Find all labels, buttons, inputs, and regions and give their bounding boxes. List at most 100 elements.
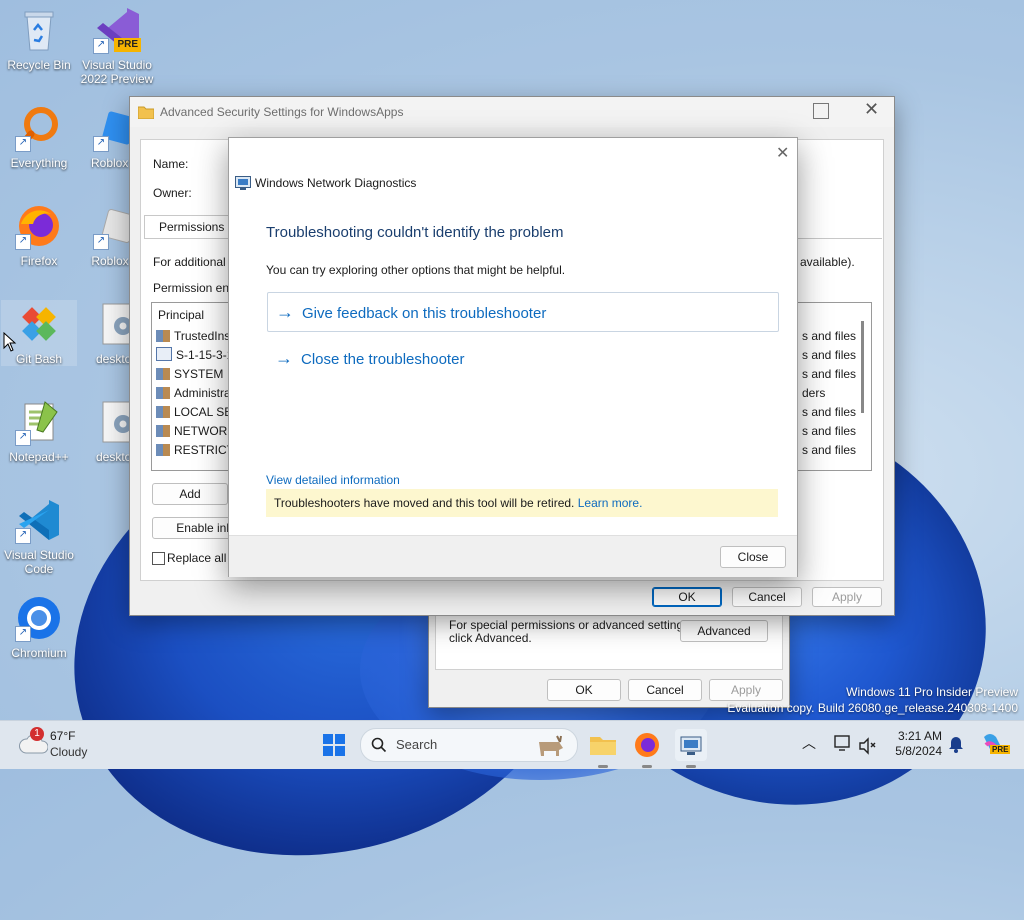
desktop-icon-label: Recycle Bin <box>7 58 71 72</box>
folder-icon <box>138 106 154 119</box>
clock-time: 3:21 AM <box>897 729 942 743</box>
table-row[interactable]: SYSTEM <box>156 365 223 384</box>
cancel-button[interactable]: Cancel <box>732 587 802 607</box>
desktop-icon-label: Git Bash <box>15 352 63 366</box>
search-icon <box>371 737 387 753</box>
chevron-up-icon[interactable]: ︿ <box>802 733 816 753</box>
shortcut-arrow-icon: ↗ <box>93 38 109 54</box>
desktop-icon-recycle-bin[interactable]: Recycle Bin <box>1 6 77 72</box>
firefox-icon <box>635 733 659 757</box>
shortcut-arrow-icon: ↗ <box>93 136 109 152</box>
file-explorer-button[interactable] <box>587 729 619 761</box>
desktop-icon-label: Notepad++ <box>9 450 69 464</box>
volume-muted-icon[interactable] <box>858 737 876 755</box>
permission-entries-label: Permission ent <box>153 281 233 295</box>
arrow-right-icon: → <box>276 302 294 322</box>
close-troubleshooter-label: Close the troubleshooter <box>301 351 465 368</box>
view-detailed-information-link[interactable]: View detailed information <box>266 473 400 487</box>
diagnostics-heading: Troubleshooting couldn't identify the pr… <box>266 224 564 241</box>
maximize-button[interactable] <box>813 103 829 119</box>
access-cell: ders <box>802 386 826 400</box>
replace-all-checkbox[interactable] <box>152 552 165 565</box>
shortcut-arrow-icon: ↗ <box>93 234 109 250</box>
git-bash-icon <box>15 300 63 348</box>
add-button[interactable]: Add <box>152 483 228 505</box>
windows-logo-icon <box>323 734 345 756</box>
copilot-button[interactable]: PRE <box>980 731 1011 757</box>
retirement-notice: Troubleshooters have moved and this tool… <box>266 489 778 517</box>
notification-bell-icon[interactable] <box>948 735 964 753</box>
desktop-icon-notepadpp[interactable]: ↗ Notepad++ <box>1 398 77 464</box>
search-highlight-donkey-icon <box>539 735 563 756</box>
desktop-icon-label: Everything <box>10 156 68 170</box>
search-box[interactable]: Search <box>360 728 578 762</box>
copilot-pre-badge: PRE <box>990 745 1011 754</box>
table-row[interactable]: NETWORK <box>156 422 235 441</box>
apply-button[interactable]: Apply <box>812 587 882 607</box>
visual-studio-icon: ↗ PRE <box>93 6 141 54</box>
clock[interactable]: 3:21 AM 5/8/2024 <box>890 729 942 759</box>
desktop-icon-firefox[interactable]: ↗ Firefox <box>1 202 77 268</box>
users-icon <box>156 444 170 456</box>
table-row[interactable]: LOCAL SEI <box>156 403 236 422</box>
close-dialog-button[interactable]: ✕ <box>776 143 789 163</box>
display-icon[interactable] <box>834 735 854 753</box>
dialog-footer <box>229 535 797 577</box>
apply-button[interactable]: Apply <box>709 679 783 701</box>
weather-desc: Cloudy <box>50 745 88 759</box>
weather-widget[interactable]: 1 67°F Cloudy <box>14 727 124 763</box>
close-button[interactable]: Close <box>720 546 786 568</box>
close-troubleshooter-option[interactable]: → Close the troubleshooter <box>267 339 777 377</box>
access-cell: s and files <box>802 329 857 343</box>
sid-icon <box>156 347 172 361</box>
pre-badge: PRE <box>114 38 141 52</box>
access-cell: s and files <box>802 405 857 419</box>
notepadpp-icon: ↗ <box>15 398 63 446</box>
desktop-icon-visual-studio[interactable]: ↗ PRE Visual Studio 2022 Preview <box>79 6 155 86</box>
watermark-line1: Windows 11 Pro Insider Preview <box>846 685 1018 699</box>
desktop-icon-label: Visual Studio 2022 Preview <box>80 58 154 86</box>
start-button[interactable] <box>318 729 350 761</box>
close-window-button[interactable]: ✕ <box>864 99 879 120</box>
shortcut-arrow-icon: ↗ <box>15 234 31 250</box>
info-text-right: available). <box>800 255 855 269</box>
users-icon <box>156 406 170 418</box>
search-placeholder: Search <box>396 737 438 752</box>
tab-permissions[interactable]: Permissions <box>144 215 240 238</box>
access-cell: s and files <box>802 424 857 438</box>
info-text: For additional <box>153 255 226 269</box>
learn-more-link[interactable]: Learn more. <box>578 496 643 510</box>
ok-button[interactable]: OK <box>652 587 722 607</box>
give-feedback-label: Give feedback on this troubleshooter <box>302 305 547 322</box>
shortcut-arrow-icon: ↗ <box>15 430 31 446</box>
cancel-button[interactable]: Cancel <box>628 679 702 701</box>
weather-alert-badge: 1 <box>30 727 44 741</box>
give-feedback-option[interactable]: → Give feedback on this troubleshooter <box>267 292 779 332</box>
desktop-icon-vscode[interactable]: ↗ Visual Studio Code <box>1 496 77 576</box>
folder-icon <box>590 737 616 755</box>
table-row[interactable]: TrustedIns <box>156 327 230 346</box>
network-diagnostics-taskbar-button[interactable] <box>675 729 707 761</box>
column-header-principal[interactable]: Principal <box>158 308 204 322</box>
users-icon <box>156 425 170 437</box>
access-cell: s and files <box>802 443 857 457</box>
name-label: Name: <box>153 157 189 171</box>
table-row[interactable]: Administra <box>156 384 231 403</box>
advanced-hint-text: For special permissions or advanced sett… <box>449 618 693 645</box>
desktop-icon-label: Chromium <box>11 646 67 660</box>
users-icon <box>156 330 170 342</box>
ok-button[interactable]: OK <box>547 679 621 701</box>
desktop-icon-chromium[interactable]: ↗ Chromium <box>1 594 77 660</box>
watermark-line2: Evaluation copy. Build 26080.ge_release.… <box>727 701 1018 715</box>
table-row[interactable]: S-1-15-3-1 <box>156 346 233 365</box>
recycle-bin-icon <box>15 6 63 54</box>
access-cell: s and files <box>802 367 857 381</box>
network-diagnostics-icon <box>235 176 251 190</box>
firefox-icon: ↗ <box>15 202 63 250</box>
firefox-taskbar-button[interactable] <box>631 729 663 761</box>
weather-temp: 67°F <box>50 729 76 743</box>
desktop-icon-everything[interactable]: ↗ Everything <box>1 104 77 170</box>
advanced-button[interactable]: Advanced <box>680 620 768 642</box>
scrollbar-thumb[interactable] <box>861 321 864 413</box>
magnifier-icon: ↗ <box>15 104 63 152</box>
